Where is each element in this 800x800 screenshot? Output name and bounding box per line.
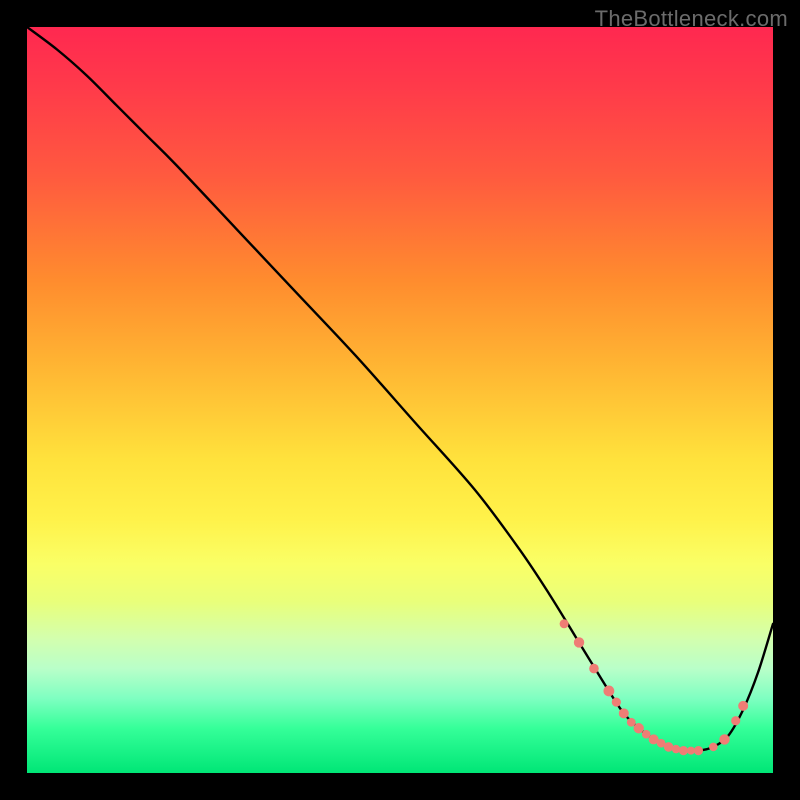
curve-marker <box>719 734 729 744</box>
curve-marker <box>687 747 695 755</box>
curve-marker <box>664 742 674 752</box>
curve-marker <box>619 708 629 718</box>
curve-marker <box>694 746 703 755</box>
plot-area <box>27 27 773 773</box>
curve-marker <box>709 743 718 752</box>
curve-marker <box>731 716 740 725</box>
curve-line <box>27 27 773 751</box>
curve-marker <box>679 746 688 755</box>
curve-marker <box>560 619 569 628</box>
curve-marker <box>627 718 636 727</box>
curve-marker <box>672 745 680 753</box>
chart-container: TheBottleneck.com <box>0 0 800 800</box>
curve-markers <box>560 619 749 755</box>
watermark-label: TheBottleneck.com <box>595 6 788 32</box>
curve-marker <box>603 686 614 697</box>
curve-marker <box>612 698 621 707</box>
curve-marker <box>634 723 644 733</box>
curve-marker <box>738 701 748 711</box>
curve-marker <box>589 664 599 674</box>
bottleneck-curve <box>27 27 773 773</box>
curve-marker <box>574 637 584 647</box>
